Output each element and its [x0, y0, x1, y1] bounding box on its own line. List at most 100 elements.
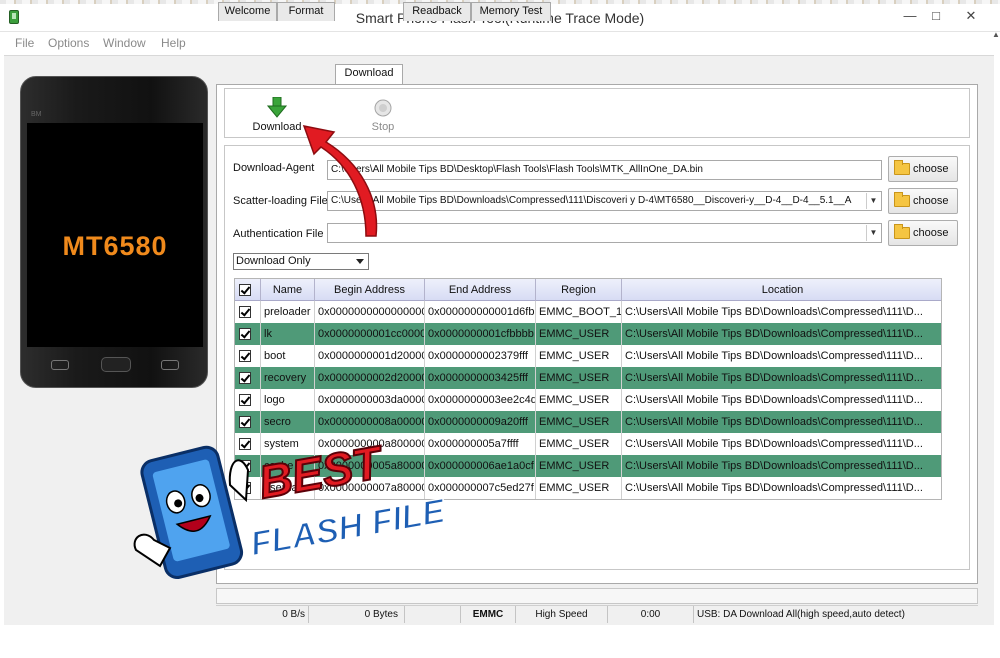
cell-begin-address: 0x0000000001cc0000 — [315, 323, 425, 345]
cell-end-address: 0x0000000003425fff — [425, 367, 536, 389]
download-mode-select[interactable]: Download Only — [233, 253, 369, 270]
download-arrow-icon — [266, 96, 288, 119]
table-row[interactable]: lk 0x0000000001cc0000 0x0000000001cfbbbb EM… — [235, 323, 941, 345]
col-begin-address[interactable]: Begin Address — [315, 279, 425, 301]
red-arrow-overlay — [302, 125, 378, 237]
cell-checkbox — [235, 345, 261, 367]
choose-auth-button[interactable]: choose — [888, 220, 958, 246]
folder-icon — [894, 160, 910, 175]
stop-icon — [373, 97, 393, 119]
phone-model-label: MT6580 — [62, 231, 168, 261]
logo-line1: BEST — [255, 435, 389, 508]
cell-begin-address: 0x0000000002d20000 — [315, 367, 425, 389]
table-row[interactable]: recovery 0x0000000002d20000 0x000000000342… — [235, 367, 941, 389]
progress-bar — [216, 588, 978, 604]
download-mode-value: Download Only — [236, 255, 311, 267]
auth-field[interactable]: ▼ — [327, 223, 882, 243]
cell-checkbox — [235, 323, 261, 345]
tab-readback[interactable]: Readback — [403, 2, 471, 21]
cell-region: EMMC_BOOT_1 — [536, 301, 622, 323]
maximize-button[interactable]: □ — [921, 6, 951, 26]
best-flash-file-logo: BEST FLASH FILE — [133, 434, 450, 579]
select-all-checkbox[interactable] — [239, 284, 251, 296]
row-checkbox[interactable] — [239, 350, 251, 362]
row-checkbox[interactable] — [239, 306, 251, 318]
download-agent-field[interactable]: C:\Users\All Mobile Tips BD\Desktop\Flas… — [327, 160, 882, 180]
col-name[interactable]: Name — [261, 279, 315, 301]
cell-location: C:\Users\All Mobile Tips BD\Downloads\Co… — [625, 438, 923, 450]
cell-end-address: 0x000000000001d6fb — [425, 301, 536, 323]
folder-icon — [894, 192, 910, 207]
phone-screen: MT6580 — [27, 123, 203, 347]
cell-location: C:\Users\All Mobile Tips BD\Downloads\Co… — [625, 482, 923, 494]
tab-welcome[interactable]: Welcome — [218, 2, 277, 21]
select-all-header[interactable] — [235, 279, 261, 301]
phone-image: BM MT6580 — [20, 76, 208, 388]
cell-location: C:\Users\All Mobile Tips BD\Downloads\Co… — [625, 416, 923, 428]
menu-bar: File Options Window Help — [0, 33, 1000, 53]
tab-download[interactable]: Download — [335, 64, 403, 85]
cell-region: EMMC_USER — [536, 323, 622, 345]
menu-help[interactable]: Help — [161, 36, 186, 50]
cell-region: EMMC_USER — [536, 389, 622, 411]
cell-begin-address: 0x0000000000000000 — [315, 301, 425, 323]
cell-region: EMMC_USER — [536, 345, 622, 367]
cell-end-address: 0x0000000001cfbbbb — [425, 323, 536, 345]
chevron-down-icon[interactable]: ▼ — [866, 193, 880, 209]
choose-label: choose — [913, 163, 949, 175]
cell-location: C:\Users\All Mobile Tips BD\Downloads\Co… — [625, 350, 923, 362]
status-spacer — [405, 606, 461, 623]
tab-format[interactable]: Format — [277, 2, 335, 21]
folder-icon — [894, 224, 910, 239]
cell-region: EMMC_USER — [536, 367, 622, 389]
choose-download-agent-button[interactable]: choose — [888, 156, 958, 182]
col-region[interactable]: Region — [536, 279, 622, 301]
cell-checkbox — [235, 367, 261, 389]
cell-location: C:\Users\All Mobile Tips BD\Downloads\Co… — [625, 460, 923, 472]
scroll-up-icon[interactable]: ▲ — [992, 30, 1000, 39]
status-time: 0:00 — [608, 606, 694, 623]
tab-memory-test[interactable]: Memory Test — [471, 2, 551, 21]
menu-options[interactable]: Options — [48, 36, 89, 50]
col-end-address[interactable]: End Address — [425, 279, 536, 301]
choose-scatter-button[interactable]: choose — [888, 188, 958, 214]
row-checkbox[interactable] — [239, 328, 251, 340]
row-checkbox[interactable] — [239, 372, 251, 384]
cell-location: C:\Users\All Mobile Tips BD\Downloads\Co… — [625, 328, 923, 340]
scatter-field[interactable]: C:\Users\All Mobile Tips BD\Downloads\Co… — [327, 191, 882, 211]
scatter-value: C:\Users\All Mobile Tips BD\Downloads\Co… — [331, 195, 852, 206]
chevron-down-icon — [356, 259, 364, 264]
cell-region: EMMC_USER — [536, 477, 622, 499]
cell-region: EMMC_USER — [536, 433, 622, 455]
status-bar: 0 B/s 0 Bytes EMMC High Speed 0:00 USB: … — [216, 605, 978, 623]
cell-name: boot — [261, 345, 315, 367]
menu-key-icon — [51, 360, 69, 370]
menu-file[interactable]: File — [15, 36, 34, 50]
cell-checkbox — [235, 301, 261, 323]
cell-name: preloader — [261, 301, 315, 323]
cell-location: C:\Users\All Mobile Tips BD\Downloads\Co… — [625, 306, 923, 318]
status-connection: USB: DA Download All(high speed,auto det… — [697, 609, 905, 620]
cell-name: recovery — [261, 367, 315, 389]
col-location[interactable]: Location — [622, 279, 941, 301]
cell-end-address: 0x0000000002379fff — [425, 345, 536, 367]
choose-label: choose — [913, 227, 949, 239]
status-bytes: 0 Bytes — [309, 606, 405, 623]
table-row[interactable]: preloader 0x0000000000000000 0x00000000000… — [235, 301, 941, 323]
cell-begin-address: 0x0000000001d20000 — [315, 345, 425, 367]
cell-name: lk — [261, 323, 315, 345]
back-key-icon — [161, 360, 179, 370]
home-key-icon — [101, 357, 131, 372]
status-mode: High Speed — [516, 606, 608, 623]
chevron-down-icon[interactable]: ▼ — [866, 225, 880, 241]
close-button[interactable]: ✕ — [956, 6, 986, 26]
status-storage: EMMC — [461, 606, 516, 623]
status-speed: 0 B/s — [216, 606, 309, 623]
table-header: Name Begin Address End Address Region Lo… — [235, 279, 941, 301]
cell-location: C:\Users\All Mobile Tips BD\Downloads\Co… — [625, 394, 923, 406]
table-row[interactable]: boot 0x0000000001d20000 0x0000000002379fff… — [235, 345, 941, 367]
cell-region: EMMC_USER — [536, 411, 622, 433]
menu-window[interactable]: Window — [103, 36, 146, 50]
cell-location: C:\Users\All Mobile Tips BD\Downloads\Co… — [625, 372, 923, 384]
cell-region: EMMC_USER — [536, 455, 622, 477]
